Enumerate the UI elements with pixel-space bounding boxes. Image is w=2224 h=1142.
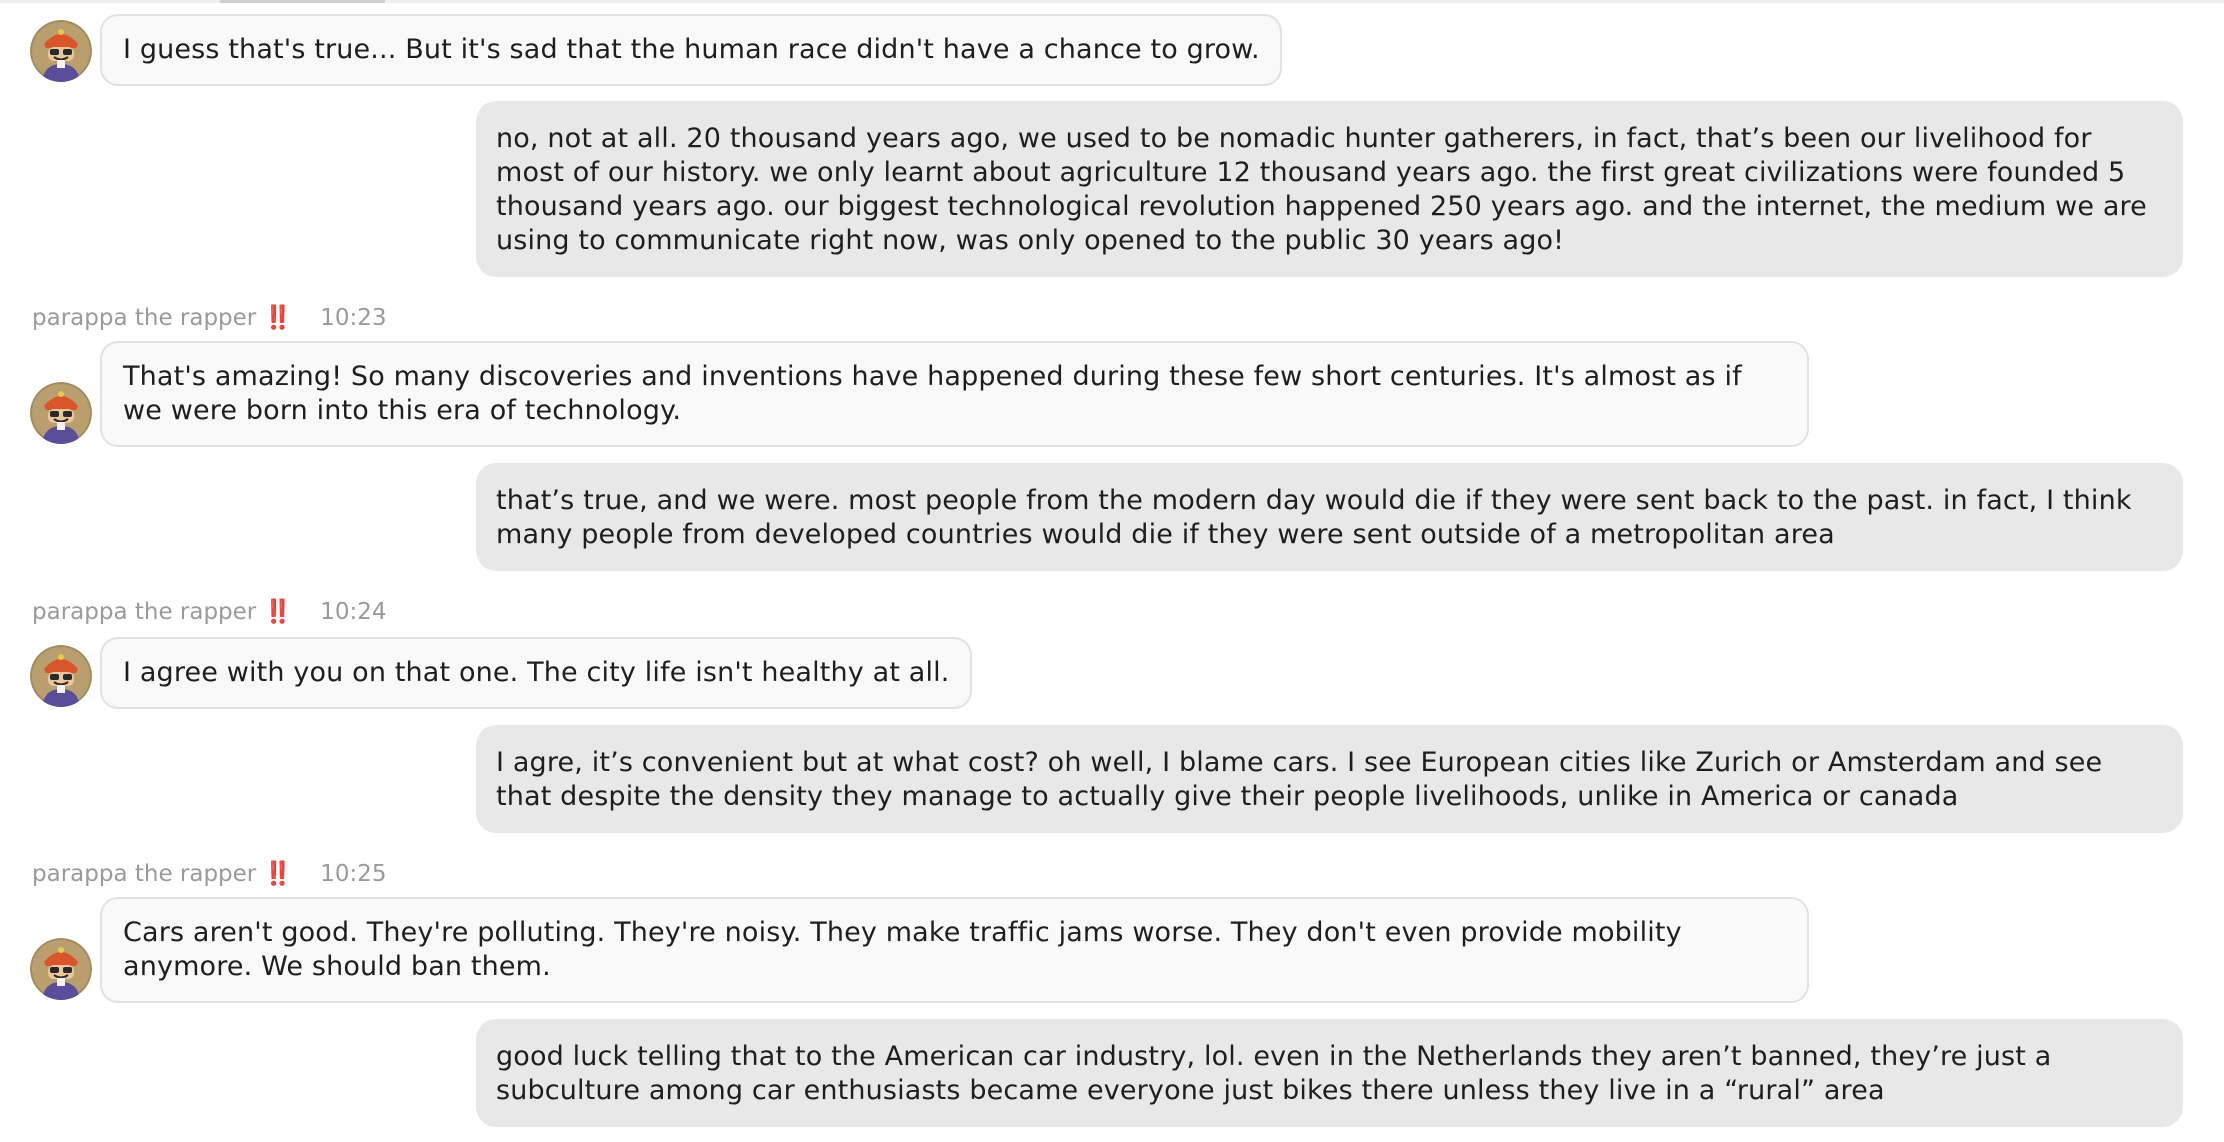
message-text: I agre, it’s convenient but at what cost… xyxy=(496,747,2103,812)
contact-avatar-icon[interactable] xyxy=(30,645,92,707)
message-bubble-incoming[interactable]: I agree with you on that one. The city l… xyxy=(100,637,972,709)
message-text: good luck telling that to the American c… xyxy=(496,1041,2052,1106)
message-timestamp: 10:23 xyxy=(320,305,387,331)
message-timestamp: 10:24 xyxy=(320,599,387,625)
message-timestamp: 10:25 xyxy=(320,861,387,887)
parappa-avatar-icon xyxy=(30,382,92,444)
message-meta: parappa the rapper ‼️ 10:24 xyxy=(32,598,387,626)
message-text: That's amazing! So many discoveries and … xyxy=(123,361,1742,426)
message-text: that’s true, and we were. most people fr… xyxy=(496,485,2132,550)
parappa-avatar-icon xyxy=(30,938,92,1000)
message-bubble-outgoing[interactable]: I agre, it’s convenient but at what cost… xyxy=(476,725,2183,833)
message-text: Cars aren't good. They're polluting. The… xyxy=(123,917,1682,982)
message-bubble-incoming[interactable]: Cars aren't good. They're polluting. The… xyxy=(100,897,1809,1003)
message-bubble-outgoing[interactable]: no, not at all. 20 thousand years ago, w… xyxy=(476,101,2183,277)
message-bubble-incoming[interactable]: That's amazing! So many discoveries and … xyxy=(100,341,1809,447)
message-meta: parappa the rapper ‼️ 10:23 xyxy=(32,304,387,332)
message-text: I guess that's true... But it's sad that… xyxy=(123,34,1260,65)
message-bubble-outgoing[interactable]: good luck telling that to the American c… xyxy=(476,1019,2183,1127)
sender-name: parappa the rapper ‼️ xyxy=(32,305,293,331)
sender-name: parappa the rapper ‼️ xyxy=(32,861,293,887)
parappa-avatar-icon xyxy=(30,645,92,707)
message-bubble-incoming[interactable]: I guess that's true... But it's sad that… xyxy=(100,14,1282,86)
contact-avatar-icon[interactable] xyxy=(30,20,92,82)
parappa-avatar-icon xyxy=(30,20,92,82)
message-text: I agree with you on that one. The city l… xyxy=(123,657,950,688)
message-bubble-outgoing[interactable]: that’s true, and we were. most people fr… xyxy=(476,463,2183,571)
chat-transcript[interactable]: I guess that's true... But it's sad that… xyxy=(0,0,2224,1142)
message-meta: parappa the rapper ‼️ 10:25 xyxy=(32,860,387,888)
contact-avatar-icon[interactable] xyxy=(30,382,92,444)
message-text: no, not at all. 20 thousand years ago, w… xyxy=(496,123,2147,256)
sender-name: parappa the rapper ‼️ xyxy=(32,599,293,625)
contact-avatar-icon[interactable] xyxy=(30,938,92,1000)
